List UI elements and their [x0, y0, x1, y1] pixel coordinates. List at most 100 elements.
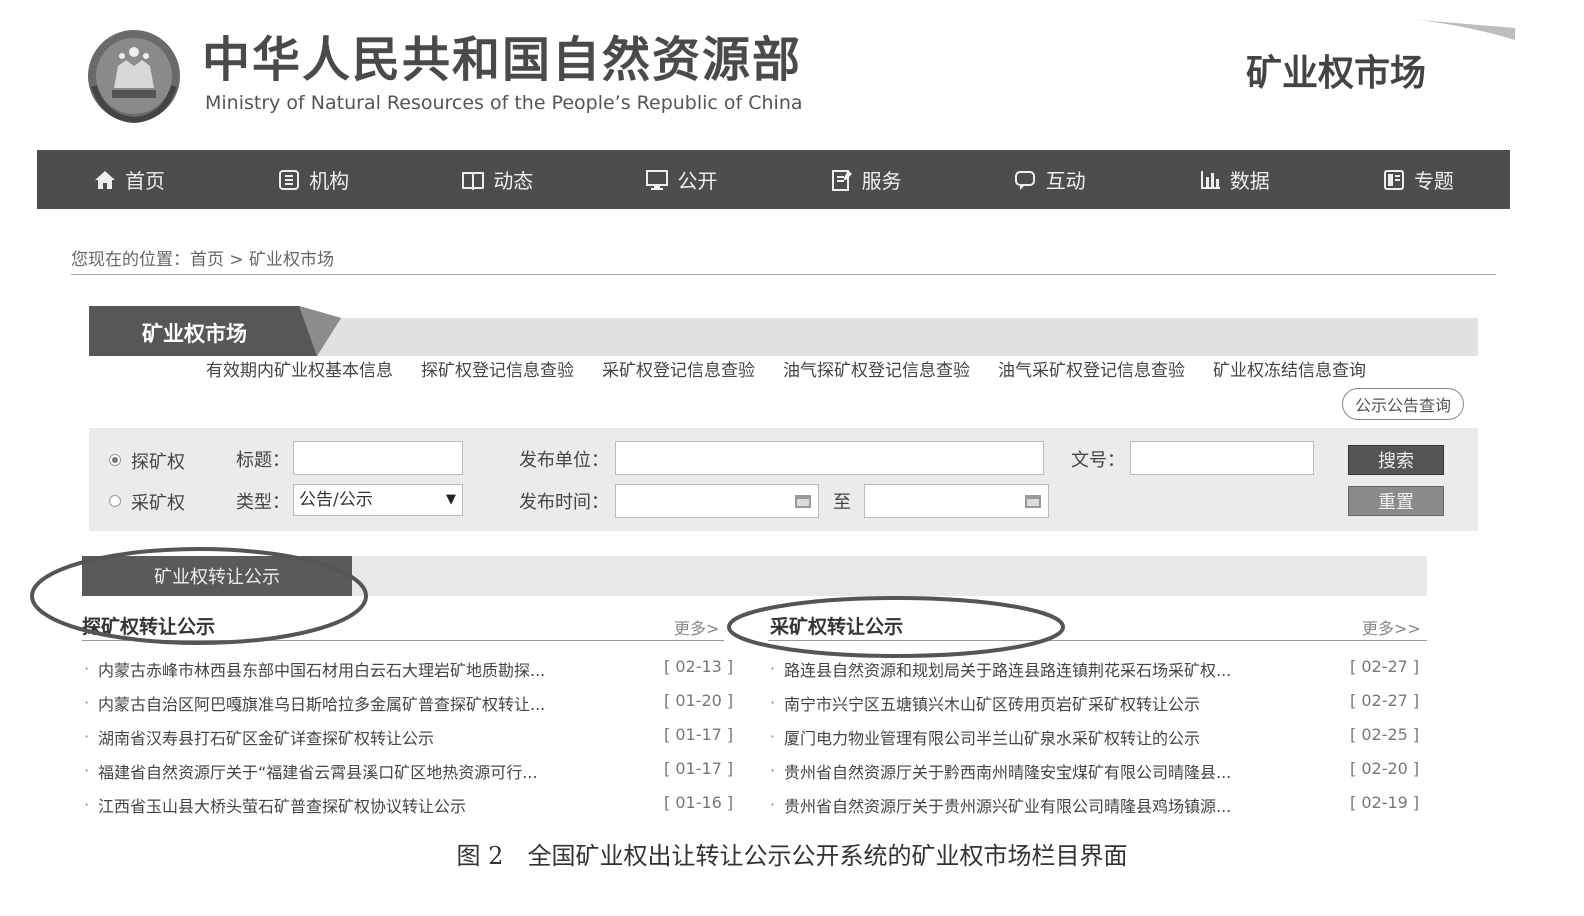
list-item: · 贵州省自然资源厅关于黔西南州晴隆安宝煤矿有限公司晴隆县...[ 02-20 ] — [770, 759, 1420, 783]
type-select-value: 公告/公示 — [299, 490, 373, 510]
mining-more-link[interactable]: 更多>> — [1362, 615, 1421, 639]
edit-doc-icon — [831, 169, 852, 191]
list-item-date: [ 01-16 ] — [664, 793, 734, 812]
nav-interact[interactable]: 互动 — [1014, 165, 1086, 194]
list-item-date: [ 02-27 ] — [1350, 691, 1420, 710]
figure-caption: 图 2 全国矿业权出让转让公示公开系统的矿业权市场栏目界面 — [456, 842, 1128, 870]
list-item-date: [ 01-17 ] — [664, 725, 734, 744]
list-item-title[interactable]: 内蒙古自治区阿巴嘎旗准乌日斯哈拉多金属矿普查探矿权转让... — [98, 691, 638, 715]
search-button[interactable]: 搜索 — [1348, 445, 1444, 475]
page-curl-decoration — [1395, 18, 1515, 40]
main-nav: 首页 机构 动态 公开 服务 互动 数据 专题 — [37, 150, 1510, 209]
calendar-icon[interactable] — [795, 494, 811, 508]
nav-home[interactable]: 首页 — [93, 165, 165, 194]
link-oil-mining-check[interactable]: 油气采矿权登记信息查验 — [998, 356, 1185, 381]
link-exploration-check[interactable]: 探矿权登记信息查验 — [421, 356, 574, 381]
date-label: 发布时间： — [519, 492, 609, 513]
monitor-icon — [646, 169, 669, 190]
link-mining-check[interactable]: 采矿权登记信息查验 — [602, 356, 755, 381]
list-item: · 内蒙古自治区阿巴嘎旗准乌日斯哈拉多金属矿普查探矿权转让...[ 01-20 ] — [84, 691, 734, 715]
nav-data[interactable]: 数据 — [1198, 165, 1270, 194]
list-item-date: [ 02-20 ] — [1350, 759, 1420, 778]
list-item-title[interactable]: 贵州省自然资源厅关于黔西南州晴隆安宝煤矿有限公司晴隆县... — [784, 759, 1324, 783]
list-item-title[interactable]: 福建省自然资源厅关于“福建省云霄县溪口矿区地热资源可行... — [98, 759, 638, 783]
section-title: 矿业权市场 — [142, 322, 247, 346]
link-oil-exploration-check[interactable]: 油气探矿权登记信息查验 — [783, 356, 970, 381]
folder-icon — [1383, 169, 1404, 190]
issuer-label: 发布单位： — [519, 450, 609, 471]
filter-form: 探矿权 采矿权 标题： 类型： 公告/公示 ▼ 发布单位： 发布时间： 至 文号… — [89, 428, 1478, 531]
list-item-title[interactable]: 南宁市兴宁区五塘镇兴木山矿区砖用页岩矿采矿权转让公示 — [784, 691, 1324, 715]
exploration-more-link[interactable]: 更多> — [674, 615, 719, 639]
radio-mining[interactable] — [109, 495, 121, 507]
end-date-input[interactable] — [864, 484, 1049, 518]
list-item: · 福建省自然资源厅关于“福建省云霄县溪口矿区地热资源可行...[ 01-17 ] — [84, 759, 734, 783]
issuer-input[interactable] — [615, 441, 1044, 475]
chat-icon — [1014, 170, 1035, 190]
list-item: · 贵州省自然资源厅关于贵州源兴矿业有限公司晴隆县鸡场镇源...[ 02-19 ] — [770, 793, 1420, 817]
nav-label: 专题 — [1413, 169, 1454, 193]
list-item: · 南宁市兴宁区五塘镇兴木山矿区砖用页岩矿采矿权转让公示[ 02-27 ] — [770, 691, 1420, 715]
radio-exploration-label: 探矿权 — [131, 452, 185, 473]
list-item-date: [ 02-27 ] — [1350, 657, 1420, 676]
site-title: 矿业权市场 — [1246, 53, 1427, 94]
nav-topic[interactable]: 专题 — [1382, 165, 1454, 194]
nav-service[interactable]: 服务 — [830, 165, 902, 194]
reset-button[interactable]: 重置 — [1348, 486, 1444, 516]
type-label: 类型： — [236, 492, 290, 513]
title-input[interactable] — [293, 441, 463, 475]
mining-transfer-list: · 路连县自然资源和规划局关于路连县路连镇荆花采石场采矿权...[ 02-27 ]… — [770, 652, 1430, 822]
divider — [71, 274, 1496, 275]
home-icon — [95, 170, 116, 189]
list-item-date: [ 02-19 ] — [1350, 793, 1420, 812]
list-item: · 厦门电力物业管理有限公司半兰山矿泉水采矿权转让的公示[ 02-25 ] — [770, 725, 1420, 749]
list-item-title[interactable]: 贵州省自然资源厅关于贵州源兴矿业有限公司晴隆县鸡场镇源... — [784, 793, 1324, 817]
public-notice-query-button[interactable]: 公示公告查询 — [1342, 388, 1464, 420]
nav-label: 动态 — [493, 169, 534, 193]
ministry-name-cn: 中华人民共和国自然资源部 — [202, 32, 803, 88]
list-item-title[interactable]: 厦门电力物业管理有限公司半兰山矿泉水采矿权转让的公示 — [784, 725, 1324, 749]
list-item-date: [ 01-17 ] — [664, 759, 734, 778]
date-range-to-label: 至 — [833, 492, 851, 513]
nav-label: 服务 — [861, 169, 902, 193]
nav-label: 机构 — [309, 169, 350, 193]
national-emblem-logo — [88, 30, 180, 124]
breadcrumb[interactable]: 您现在的位置：首页 > 矿业权市场 — [71, 245, 334, 270]
list-item: · 湖南省汉寿县打石矿区金矿详查探矿权转让公示[ 01-17 ] — [84, 725, 734, 749]
list-item-title[interactable]: 湖南省汉寿县打石矿区金矿详查探矿权转让公示 — [98, 725, 638, 749]
ministry-name-en: Ministry of Natural Resources of the Peo… — [205, 92, 803, 114]
type-select[interactable]: 公告/公示 ▼ — [293, 484, 463, 516]
list-item-date: [ 02-25 ] — [1350, 725, 1420, 744]
exploration-transfer-list: · 内蒙古赤峰市林西县东部中国石材用白云石大理岩矿地质勘探...[ 02-13 ]… — [84, 652, 744, 822]
query-links: 有效期内矿业权基本信息 探矿权登记信息查验 采矿权登记信息查验 油气探矿权登记信… — [206, 356, 1366, 381]
nav-label: 首页 — [125, 169, 166, 193]
nav-org[interactable]: 机构 — [277, 165, 349, 194]
nav-label: 数据 — [1229, 169, 1270, 193]
list-item-title[interactable]: 江西省玉山县大桥头萤石矿普查探矿权协议转让公示 — [98, 793, 638, 817]
nav-public[interactable]: 公开 — [645, 165, 717, 194]
title-label: 标题： — [236, 450, 290, 471]
highlight-ellipse — [30, 547, 368, 645]
doc-number-input[interactable] — [1130, 441, 1314, 475]
start-date-input[interactable] — [615, 484, 819, 518]
org-icon — [279, 169, 300, 190]
list-item-title[interactable]: 内蒙古赤峰市林西县东部中国石材用白云石大理岩矿地质勘探... — [98, 657, 638, 681]
list-item-date: [ 01-20 ] — [664, 691, 734, 710]
list-item: · 江西省玉山县大桥头萤石矿普查探矿权协议转让公示[ 01-16 ] — [84, 793, 734, 817]
calendar-icon[interactable] — [1025, 494, 1041, 508]
link-valid-rights-info[interactable]: 有效期内矿业权基本信息 — [206, 356, 393, 381]
nav-label: 公开 — [677, 169, 718, 193]
link-frozen-rights-query[interactable]: 矿业权冻结信息查询 — [1213, 356, 1366, 381]
list-item: · 内蒙古赤峰市林西县东部中国石材用白云石大理岩矿地质勘探...[ 02-13 ] — [84, 657, 734, 681]
chevron-down-icon: ▼ — [446, 492, 456, 507]
doc-number-label: 文号： — [1071, 450, 1125, 471]
nav-news[interactable]: 动态 — [461, 165, 533, 194]
list-item-title[interactable]: 路连县自然资源和规划局关于路连县路连镇荆花采石场采矿权... — [784, 657, 1324, 681]
radio-mining-label: 采矿权 — [131, 493, 185, 514]
bar-chart-icon — [1200, 170, 1220, 189]
book-icon — [462, 171, 485, 190]
radio-exploration[interactable] — [109, 454, 121, 466]
list-item-date: [ 02-13 ] — [664, 657, 734, 676]
highlight-ellipse — [727, 596, 1065, 658]
nav-label: 互动 — [1045, 169, 1086, 193]
